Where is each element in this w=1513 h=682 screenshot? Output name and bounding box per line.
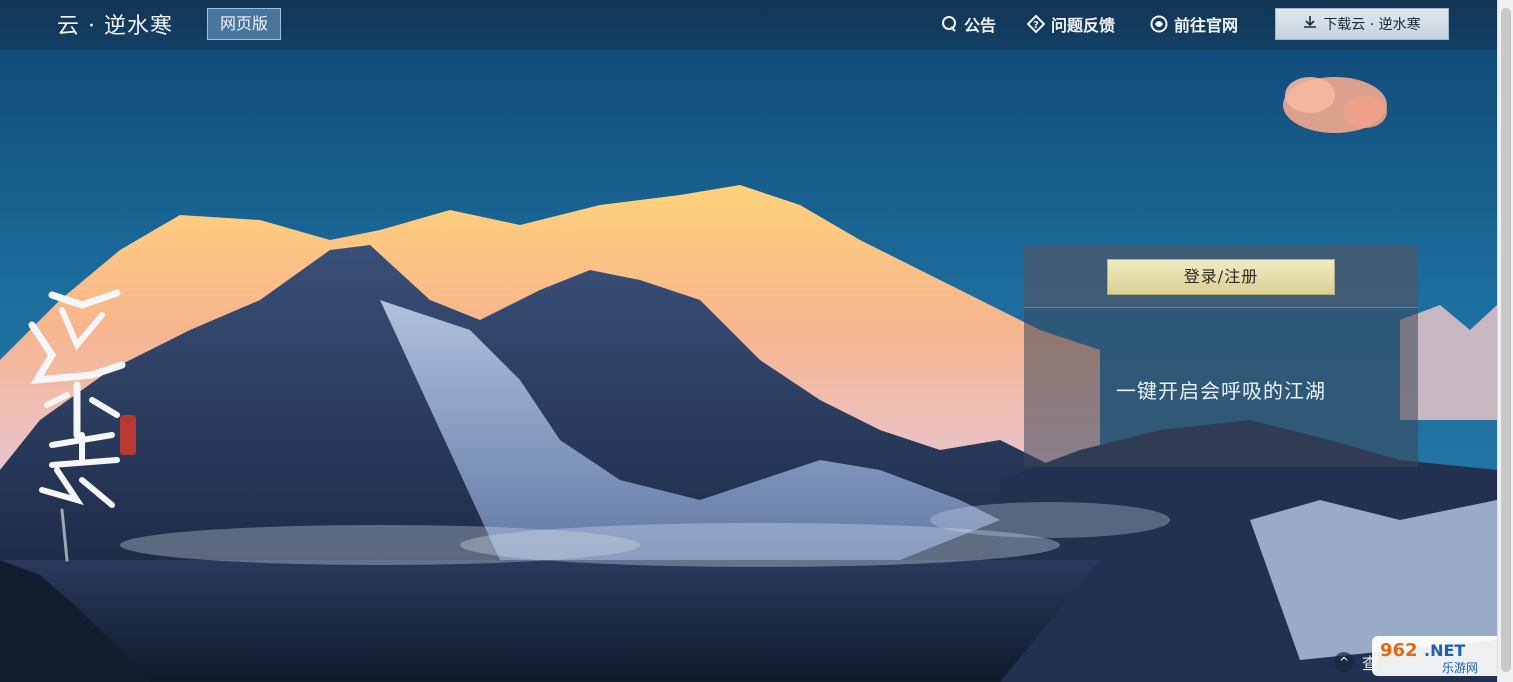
feedback-icon: ?	[1026, 14, 1046, 34]
nav-notice-label: 公告	[964, 16, 997, 35]
web-version-tag: 网页版	[207, 8, 281, 40]
download-icon	[1303, 15, 1317, 33]
login-register-button[interactable]: 登录/注册	[1107, 259, 1335, 295]
scrollbar-thumb[interactable]	[1501, 8, 1511, 672]
website-icon	[1150, 15, 1168, 33]
svg-text:962: 962	[1380, 640, 1418, 661]
nav-official-site-label: 前往官网	[1174, 16, 1239, 35]
scroll-up-button[interactable]: ^	[1334, 652, 1354, 672]
brand-title[interactable]: 云 · 逆水寒	[57, 8, 173, 40]
vertical-scrollbar[interactable]	[1497, 0, 1513, 682]
nav-feedback[interactable]: ? 问题反馈	[1026, 12, 1116, 36]
download-label: 下载云 · 逆水寒	[1323, 17, 1421, 33]
slogan-text: 一键开启会呼吸的江湖	[1116, 379, 1326, 403]
notice-icon	[940, 15, 958, 33]
nav-notice[interactable]: 公告	[940, 12, 996, 36]
site-watermark: 962 .NET 乐游网	[1372, 632, 1507, 678]
login-panel: 登录/注册 一键开启会呼吸的江湖	[1024, 245, 1418, 467]
nav-official-site[interactable]: 前往官网	[1150, 12, 1238, 36]
svg-text:?: ?	[1033, 20, 1039, 31]
login-panel-header: 登录/注册	[1024, 245, 1418, 308]
nav-feedback-label: 问题反馈	[1051, 16, 1116, 35]
download-button[interactable]: 下载云 · 逆水寒	[1275, 8, 1449, 40]
svg-text:.NET: .NET	[1424, 641, 1465, 660]
game-logo	[22, 285, 137, 565]
svg-text:乐游网: 乐游网	[1442, 661, 1478, 675]
